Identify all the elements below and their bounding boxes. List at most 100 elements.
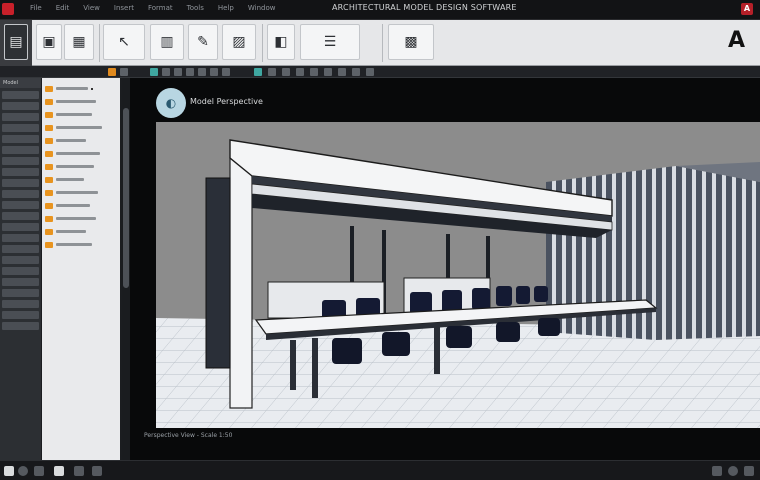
ribbon-button-select[interactable]: ↖ [103, 24, 145, 60]
toolbar-icon[interactable] [366, 68, 374, 76]
nav-item[interactable] [2, 223, 39, 231]
nav-item[interactable] [2, 322, 39, 330]
layer-icon[interactable] [74, 466, 84, 476]
camera-icon: ◧ [274, 34, 288, 50]
toolbar-icon[interactable] [324, 68, 332, 76]
nav-item[interactable] [2, 135, 39, 143]
toolbar-icon[interactable] [210, 68, 218, 76]
toolbar-icon[interactable] [254, 68, 262, 76]
app-icon[interactable] [2, 3, 14, 15]
nav-item[interactable] [2, 124, 39, 132]
tree-item[interactable] [42, 173, 120, 186]
nav-item[interactable] [2, 113, 39, 121]
nav-item[interactable] [2, 289, 39, 297]
ribbon-button-measure[interactable]: ✎ [188, 24, 218, 60]
tree-item[interactable] [42, 212, 120, 225]
settings-icon[interactable] [712, 466, 722, 476]
tree-item[interactable] [42, 134, 120, 147]
nav-item[interactable] [2, 146, 39, 154]
ribbon-button-camera[interactable]: ◧ [267, 24, 295, 60]
nav-item[interactable] [2, 91, 39, 99]
toolbar-icon[interactable] [268, 68, 276, 76]
ribbon-button-document[interactable]: ▤ [4, 24, 28, 60]
menu-item-view[interactable]: View [83, 4, 100, 12]
menu-item-tools[interactable]: Tools [187, 4, 204, 12]
nav-item[interactable] [2, 267, 39, 275]
toolbar-icon[interactable] [174, 68, 182, 76]
text-icon[interactable] [54, 466, 64, 476]
ribbon-button-component[interactable]: ▥ [150, 24, 184, 60]
menu-item-file[interactable]: File [30, 4, 42, 12]
grid-icon[interactable] [4, 466, 14, 476]
tree-item[interactable] [42, 199, 120, 212]
tree-item[interactable] [42, 160, 120, 173]
toolbar-icon[interactable] [120, 68, 128, 76]
nav-item[interactable] [2, 190, 39, 198]
lock-icon[interactable] [92, 466, 102, 476]
nav-item[interactable] [2, 102, 39, 110]
tree-item[interactable] [42, 95, 120, 108]
ribbon-button-layers[interactable]: ☰ [300, 24, 360, 60]
fullscreen-icon[interactable] [744, 466, 754, 476]
cursor-icon: ↖ [118, 34, 130, 50]
ribbon-separator [99, 24, 100, 62]
menu-item-insert[interactable]: Insert [114, 4, 134, 12]
toolbar-icon[interactable] [310, 68, 318, 76]
folder-icon [45, 163, 53, 170]
brand-logo-icon[interactable]: A [741, 3, 753, 15]
scrollbar-thumb[interactable] [123, 108, 129, 288]
model-viewport[interactable] [156, 122, 760, 428]
nav-item[interactable] [2, 234, 39, 242]
ribbon-button-render[interactable]: ▨ [222, 24, 256, 60]
folder-icon[interactable] [108, 68, 116, 76]
nav-item[interactable] [2, 201, 39, 209]
menu-bar: File Edit View Insert Format Tools Help … [30, 4, 275, 12]
toolbar-icon[interactable] [162, 68, 170, 76]
folder-icon [45, 111, 53, 118]
toolbar-icon[interactable] [222, 68, 230, 76]
nav-item[interactable] [2, 311, 39, 319]
browser-scrollbar[interactable] [122, 78, 130, 460]
menu-item-format[interactable]: Format [148, 4, 173, 12]
zoom-icon[interactable] [728, 466, 738, 476]
tree-item[interactable] [42, 108, 120, 121]
view-cube-icon[interactable]: ◐ [156, 88, 186, 118]
toolbar-icon[interactable] [282, 68, 290, 76]
folder-icon [45, 202, 53, 209]
folder-icon [45, 150, 53, 157]
snap-icon[interactable] [18, 466, 28, 476]
toolbar-icon[interactable] [150, 68, 158, 76]
toolbar-icon[interactable] [186, 68, 194, 76]
tree-item[interactable] [42, 225, 120, 238]
ortho-icon[interactable] [34, 466, 44, 476]
nav-item[interactable] [2, 212, 39, 220]
view-name: Model Perspective [190, 97, 263, 106]
tree-item[interactable] [42, 186, 120, 199]
toolbar-icon[interactable] [296, 68, 304, 76]
brand-mark: A [728, 28, 746, 53]
tree-item[interactable] [42, 121, 120, 134]
nav-item[interactable] [2, 179, 39, 187]
ribbon-button-export[interactable]: ▩ [388, 24, 434, 60]
nav-item[interactable] [2, 157, 39, 165]
menu-item-window[interactable]: Window [248, 4, 276, 12]
nav-item[interactable] [2, 245, 39, 253]
nav-item[interactable] [2, 256, 39, 264]
document-icon: ▤ [9, 34, 23, 50]
menu-item-help[interactable]: Help [218, 4, 234, 12]
nav-item[interactable] [2, 300, 39, 308]
tree-item[interactable] [42, 82, 120, 95]
title-bar: File Edit View Insert Format Tools Help … [0, 0, 760, 20]
component-icon: ▥ [160, 34, 174, 50]
nav-item[interactable] [2, 278, 39, 286]
nav-item[interactable] [2, 168, 39, 176]
menu-item-edit[interactable]: Edit [56, 4, 70, 12]
tree-item[interactable] [42, 238, 120, 251]
ribbon-button-save[interactable]: ▣ [36, 24, 62, 60]
tree-item[interactable] [42, 147, 120, 160]
toolbar-icon[interactable] [352, 68, 360, 76]
ribbon-button-table[interactable]: ▦ [64, 24, 94, 60]
toolbar-icon[interactable] [198, 68, 206, 76]
viewport-frame: ◐ Model Perspective Perspective View - S… [130, 78, 760, 460]
toolbar-icon[interactable] [338, 68, 346, 76]
